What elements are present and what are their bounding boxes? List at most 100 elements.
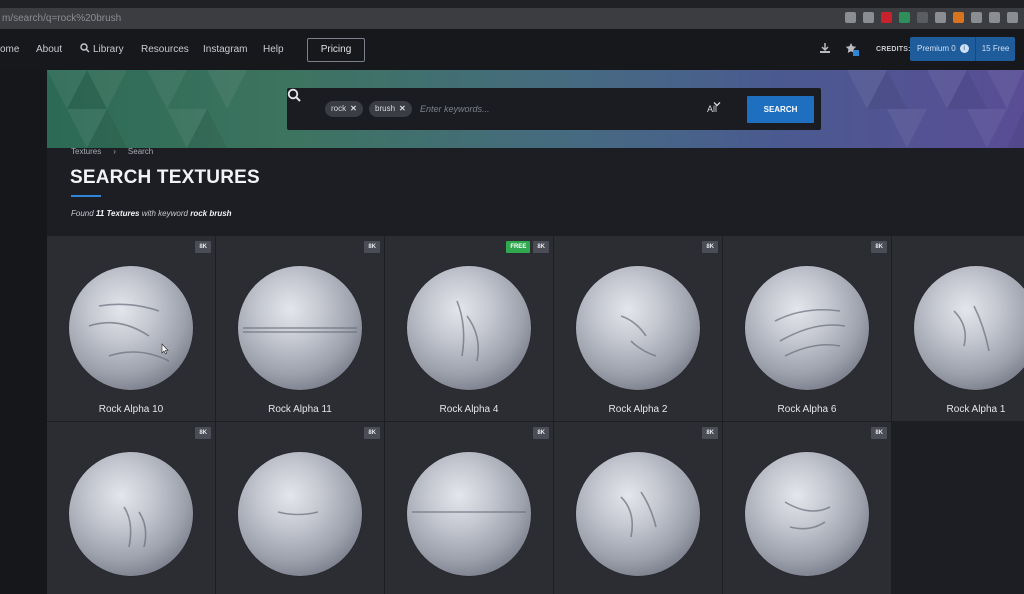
texture-name[interactable]: Rock Alpha 11	[216, 404, 384, 415]
texture-card[interactable]: 8K Rock Alpha 6	[723, 236, 891, 421]
remove-chip-icon[interactable]: ✕	[350, 104, 357, 113]
texture-card[interactable]: 8K	[723, 422, 891, 594]
card-badges: 8K	[871, 241, 887, 253]
resolution-badge: 8K	[871, 241, 887, 253]
premium-credits[interactable]: Premium 0i	[910, 37, 976, 61]
texture-preview[interactable]	[238, 452, 362, 576]
resolution-badge: 8K	[195, 427, 211, 439]
keyword-chip-label: rock	[331, 104, 347, 113]
search-bar: rock✕ brush✕ All SEARCH	[287, 88, 821, 130]
resolution-badge: 8K	[702, 241, 718, 253]
premium-credits-label: Premium 0	[917, 44, 956, 53]
texture-name[interactable]: Rock Alpha 4	[385, 404, 553, 415]
texture-preview[interactable]	[914, 266, 1024, 390]
keyword-chip-brush[interactable]: brush ✕	[369, 101, 412, 117]
results-keyword: rock brush	[190, 209, 232, 218]
nav-resources[interactable]: Resources	[141, 29, 189, 70]
keyword-input[interactable]	[420, 100, 680, 118]
credits-box[interactable]: Premium 0i 15 Free	[910, 37, 1015, 61]
nav-about[interactable]: About	[36, 29, 62, 70]
texture-preview[interactable]	[745, 266, 869, 390]
site-nav: ome About Library Resources Instagram He…	[0, 29, 1024, 70]
resolution-badge: 8K	[195, 241, 211, 253]
extension-grey-icon[interactable]	[935, 12, 946, 23]
resolution-badge: 8K	[533, 427, 549, 439]
resolution-badge: 8K	[871, 427, 887, 439]
card-badges: FREE 8K	[506, 241, 549, 253]
texture-preview[interactable]	[745, 452, 869, 576]
card-badges: 8K	[702, 427, 718, 439]
texture-card[interactable]: 8K Rock Alpha 11	[216, 236, 384, 421]
browser-toolbar: m/search/q=rock%20brush	[0, 0, 1024, 29]
search-button[interactable]: SEARCH	[747, 96, 814, 123]
extension-orange-icon[interactable]	[953, 12, 964, 23]
share-icon[interactable]	[845, 12, 856, 23]
breadcrumb-textures[interactable]: Textures	[71, 147, 101, 156]
texture-name[interactable]: Rock Alpha 10	[47, 404, 215, 415]
free-credits[interactable]: 15 Free	[976, 37, 1015, 61]
breadcrumb-search: Search	[127, 147, 154, 156]
resolution-badge: 8K	[702, 427, 718, 439]
nav-instagram[interactable]: Instagram	[203, 29, 247, 70]
texture-name[interactable]: Rock Alpha 1	[892, 404, 1024, 415]
texture-card[interactable]: 8K	[554, 422, 722, 594]
nav-home[interactable]: ome	[0, 29, 19, 70]
puzzle-icon[interactable]	[989, 12, 1000, 23]
breadcrumb: Textures › Search	[71, 147, 153, 156]
free-badge: FREE	[506, 241, 531, 253]
extension-list-icon[interactable]	[971, 12, 982, 23]
results-prefix: Found	[71, 209, 94, 218]
extension-dark-icon[interactable]	[917, 12, 928, 23]
credits-label: CREDITS:	[876, 46, 911, 53]
texture-preview[interactable]	[407, 452, 531, 576]
texture-card[interactable]: Rock Alpha 1	[892, 236, 1024, 421]
texture-preview[interactable]	[407, 266, 531, 390]
profile-icon[interactable]	[1007, 12, 1018, 23]
browser-extensions	[845, 12, 1018, 23]
card-badges: 8K	[702, 241, 718, 253]
texture-name[interactable]: Rock Alpha 6	[723, 404, 891, 415]
texture-card[interactable]: 8K	[47, 422, 215, 594]
card-badges: 8K	[364, 427, 380, 439]
card-badges: 8K	[195, 241, 211, 253]
pinterest-icon[interactable]	[881, 12, 892, 23]
card-badges: 8K	[533, 427, 549, 439]
card-badges: 8K	[195, 427, 211, 439]
texture-card[interactable]: FREE 8K Rock Alpha 4	[385, 236, 553, 421]
keyword-chip-rock[interactable]: rock ✕	[325, 101, 363, 117]
keyword-chip-label: brush	[375, 104, 396, 113]
pricing-button[interactable]: Pricing	[307, 38, 365, 62]
hero-banner: rock✕ brush✕ All SEARCH	[47, 70, 1024, 148]
title-underline	[71, 195, 101, 197]
page-title: SEARCH TEXTURES	[70, 167, 260, 188]
search-icon	[287, 88, 301, 102]
nav-library[interactable]: Library	[93, 29, 124, 70]
category-filter[interactable]: All	[707, 100, 721, 118]
texture-name[interactable]: Rock Alpha 2	[554, 404, 722, 415]
collection-icon[interactable]	[845, 42, 859, 56]
texture-preview[interactable]	[69, 266, 193, 390]
texture-card[interactable]: 8K	[216, 422, 384, 594]
results-count: 11 Textures	[95, 209, 140, 218]
chevron-down-icon	[713, 102, 721, 107]
star-icon[interactable]	[863, 12, 874, 23]
texture-preview[interactable]	[238, 266, 362, 390]
nav-library-search-icon[interactable]	[80, 29, 90, 70]
extension-green-icon[interactable]	[899, 12, 910, 23]
download-icon[interactable]	[818, 42, 832, 56]
breadcrumb-separator-icon: ›	[113, 147, 116, 156]
info-icon[interactable]: i	[959, 44, 969, 54]
resolution-badge: 8K	[364, 427, 380, 439]
texture-card[interactable]: 8K	[385, 422, 553, 594]
resolution-badge: 8K	[533, 241, 549, 253]
texture-card[interactable]: 8K Rock Alpha 10	[47, 236, 215, 421]
texture-preview[interactable]	[69, 452, 193, 576]
results-summary: Found 11 Textures with keyword rock brus…	[71, 209, 232, 218]
texture-card[interactable]: 8K Rock Alpha 2	[554, 236, 722, 421]
texture-preview[interactable]	[576, 452, 700, 576]
resolution-badge: 8K	[364, 241, 380, 253]
remove-chip-icon[interactable]: ✕	[399, 104, 406, 113]
texture-preview[interactable]	[576, 266, 700, 390]
nav-help[interactable]: Help	[263, 29, 284, 70]
card-badges: 8K	[871, 427, 887, 439]
